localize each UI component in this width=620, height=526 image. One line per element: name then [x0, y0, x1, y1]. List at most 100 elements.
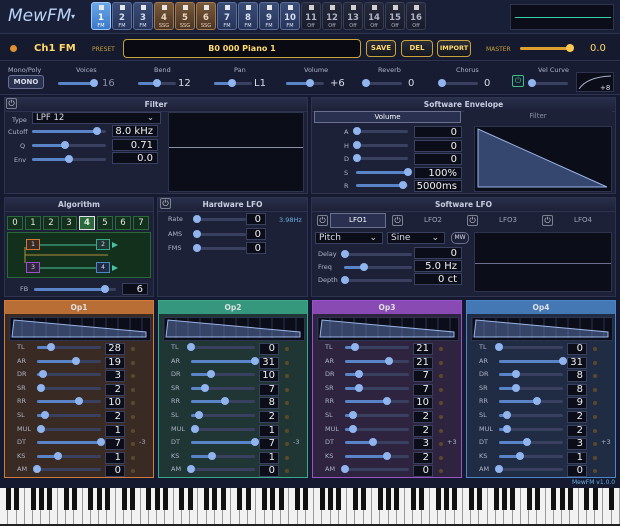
operator-4-rr-slider[interactable] [499, 397, 563, 406]
slider-knob[interactable] [153, 79, 161, 87]
black-key[interactable] [38, 488, 44, 510]
operator-3-dr-slider[interactable] [345, 370, 409, 379]
channel-tab-2[interactable]: 2 FM [112, 2, 132, 30]
black-key[interactable] [204, 488, 210, 510]
slider-knob[interactable] [353, 127, 362, 135]
black-key[interactable] [328, 488, 334, 510]
slider-knob[interactable] [511, 383, 520, 392]
velcurve-slider[interactable] [527, 79, 568, 87]
channel-tab-15[interactable]: 15 Off [385, 2, 405, 30]
slider-knob[interactable] [533, 397, 542, 406]
piano-keyboard[interactable] [0, 488, 620, 526]
slider-knob[interactable] [208, 451, 217, 460]
slider-knob[interactable] [187, 343, 195, 351]
black-key[interactable] [551, 488, 557, 510]
black-key[interactable] [336, 488, 342, 510]
env-slider[interactable] [32, 155, 106, 163]
fms-slider[interactable] [193, 244, 246, 252]
tab-filter[interactable]: Filter [464, 111, 612, 123]
black-key[interactable] [162, 488, 168, 510]
channel-tab-14[interactable]: 14 Off [364, 2, 384, 30]
lfo-wave-select[interactable]: Sine ⌄ [387, 232, 445, 244]
slider-knob[interactable] [495, 465, 503, 474]
tab-lfo2[interactable]: LFO2 [405, 213, 461, 228]
slider-knob[interactable] [495, 343, 503, 351]
master-slider[interactable] [520, 44, 575, 52]
black-key[interactable] [220, 488, 226, 510]
algorithm-option-1[interactable]: 1 [25, 216, 41, 230]
delay-slider[interactable] [341, 250, 412, 258]
channel-tab-6[interactable]: 6 SSG [196, 2, 216, 30]
channel-tab-12[interactable]: 12 Off [322, 2, 342, 30]
filter-power-icon[interactable]: ⏻ [6, 98, 17, 109]
operator-3-dt-slider[interactable] [345, 438, 409, 447]
operator-1-dt-slider[interactable] [37, 438, 105, 447]
operator-1-dr-slider[interactable] [37, 370, 101, 379]
operator-4-am-slider[interactable] [495, 465, 563, 474]
operator-1-rr-slider[interactable] [37, 397, 101, 406]
logo-caret-icon[interactable]: ▾ [71, 12, 75, 21]
envelope-h-slider[interactable] [353, 140, 408, 149]
black-key[interactable] [245, 488, 251, 510]
reverb-slider[interactable] [361, 79, 402, 87]
operator-3-sr-slider[interactable] [345, 383, 409, 392]
operator-1-sl-slider[interactable] [37, 411, 101, 419]
tab-lfo3[interactable]: LFO3 [480, 213, 536, 228]
slider-knob[interactable] [383, 451, 392, 460]
slider-knob[interactable] [195, 411, 204, 419]
operator-2-dt-slider[interactable] [191, 438, 259, 447]
operator-1-tl-slider[interactable] [37, 343, 101, 351]
slider-knob[interactable] [361, 79, 370, 87]
black-key[interactable] [559, 488, 565, 510]
volume-slider[interactable] [286, 79, 324, 87]
black-key[interactable] [295, 488, 301, 510]
slider-knob[interactable] [193, 230, 201, 238]
operator-2-rr-slider[interactable] [191, 397, 255, 406]
slider-knob[interactable] [36, 383, 45, 392]
black-key[interactable] [5, 488, 11, 510]
operator-4-dt-slider[interactable] [499, 438, 563, 447]
black-key[interactable] [567, 488, 573, 510]
slider-knob[interactable] [516, 451, 525, 460]
black-key[interactable] [361, 488, 367, 510]
slider-knob[interactable] [503, 424, 512, 433]
slider-knob[interactable] [305, 79, 314, 87]
operator-2-sl-slider[interactable] [191, 411, 255, 419]
chorus-slider[interactable] [437, 79, 478, 87]
algorithm-option-3[interactable]: 3 [61, 216, 77, 230]
operator-2-tl-slider[interactable] [187, 343, 255, 351]
black-key[interactable] [96, 488, 102, 510]
channel-tab-3[interactable]: 3 FM [133, 2, 153, 30]
black-key[interactable] [278, 488, 284, 510]
preset-display[interactable]: B0 000 Piano 1 [123, 39, 361, 58]
black-key[interactable] [419, 488, 425, 510]
algorithm-option-0[interactable]: 0 [7, 216, 23, 230]
mono-button[interactable]: MONO [8, 75, 44, 89]
black-key[interactable] [30, 488, 36, 510]
slider-knob[interactable] [97, 438, 105, 447]
black-key[interactable] [14, 488, 20, 510]
algorithm-option-4[interactable]: 4 [79, 216, 95, 230]
black-key[interactable] [352, 488, 358, 510]
black-key[interactable] [262, 488, 268, 510]
slider-knob[interactable] [65, 155, 73, 163]
black-key[interactable] [609, 488, 615, 510]
slider-knob[interactable] [368, 438, 377, 447]
black-key[interactable] [154, 488, 160, 510]
operator-3-rr-slider[interactable] [345, 397, 409, 406]
slider-knob[interactable] [503, 411, 512, 419]
save-button[interactable]: SAVE [366, 40, 396, 57]
operator-3-sl-slider[interactable] [345, 411, 409, 419]
black-key[interactable] [584, 488, 590, 510]
operator-4-mul-slider[interactable] [499, 424, 563, 433]
black-key[interactable] [468, 488, 474, 510]
operator-2-ar-slider[interactable] [191, 356, 259, 365]
slider-knob[interactable] [193, 215, 201, 223]
slider-knob[interactable] [54, 451, 63, 460]
black-key[interactable] [410, 488, 416, 510]
slider-knob[interactable] [33, 465, 41, 474]
black-key[interactable] [104, 488, 110, 510]
freq-slider[interactable] [344, 263, 412, 271]
slider-knob[interactable] [559, 356, 567, 365]
lfo1-power-icon[interactable]: ⏻ [317, 215, 328, 226]
